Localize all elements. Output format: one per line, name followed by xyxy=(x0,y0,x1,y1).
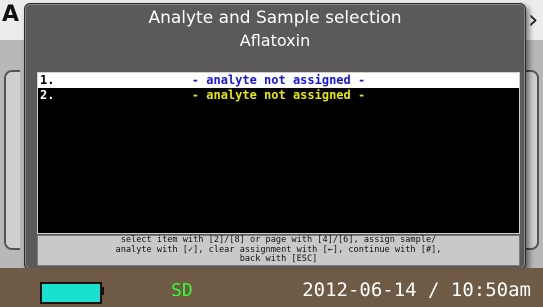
list-item-label: - analyte not assigned - xyxy=(191,73,366,87)
sd-card-indicator: SD xyxy=(171,280,193,301)
list-item-number: 2. xyxy=(40,88,55,102)
dialog-title: Analyte and Sample selection xyxy=(148,8,402,28)
list-item[interactable]: - analyte not assigned - 2. xyxy=(38,88,519,103)
battery-tip-icon xyxy=(100,287,104,295)
help-text: select item with [2]/[8] or page with [4… xyxy=(37,235,520,266)
chevron-right-icon: › xyxy=(528,5,539,35)
selection-dialog: Analyte and Sample selection Aflatoxin -… xyxy=(24,3,526,270)
dialog-subtitle: Aflatoxin xyxy=(239,31,311,50)
battery-icon xyxy=(40,282,102,304)
analyte-list: - analyte not assigned - 1. - analyte no… xyxy=(37,72,520,234)
date-time: 2012-06-14 / 10:50am xyxy=(302,279,531,301)
list-item[interactable]: - analyte not assigned - 1. xyxy=(38,73,519,88)
list-item-label: - analyte not assigned - xyxy=(191,88,366,102)
help-line: back with [ESC] xyxy=(239,254,318,264)
list-item-number: 1. xyxy=(40,73,55,87)
background-panel-left xyxy=(4,70,20,250)
